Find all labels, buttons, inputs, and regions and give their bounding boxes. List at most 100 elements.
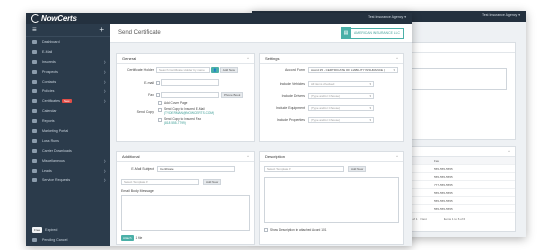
- nav-icon: [32, 99, 37, 104]
- sidebar-item-label: Carrier Downloads: [42, 148, 72, 153]
- nav-icon: [32, 138, 37, 143]
- description-textarea[interactable]: [264, 177, 399, 223]
- user-menu[interactable]: Test Insurance Agency ▾: [368, 15, 406, 19]
- collapse-icon[interactable]: ^: [508, 149, 510, 154]
- pager-summary: Items 1 to 6 of 6: [443, 217, 466, 221]
- sidebar-item-label: Dashboard: [42, 39, 60, 44]
- expired-label[interactable]: Expired: [45, 228, 57, 232]
- subject-label: E-Mail Subject: [131, 167, 154, 171]
- include-properties-select[interactable]: (Type and/or Choose) ▾: [308, 117, 374, 123]
- pager-next[interactable]: Next: [421, 217, 427, 221]
- email-body-textarea[interactable]: [121, 195, 250, 231]
- fax-checkbox[interactable]: [156, 93, 160, 97]
- sidebar-item-leads[interactable]: Leads ❯: [26, 166, 110, 176]
- title-bar: Send Certificate ▤ AMERICAN INSURANCE LL…: [110, 24, 412, 43]
- sidebar-item-policies[interactable]: Policies ❯: [26, 86, 110, 96]
- pending-label[interactable]: Pending Cancel: [42, 238, 67, 242]
- include-vehicles-select[interactable]: All items checked ▾: [308, 81, 374, 87]
- chevron-down-icon: ▾: [393, 68, 395, 72]
- chevron-down-icon: ▾: [369, 106, 371, 110]
- main-window: NowCerts Test Insurance Agency ▾ ≡ + Das…: [26, 13, 412, 246]
- collapse-icon[interactable]: ^: [247, 154, 249, 159]
- show-desc-checkbox[interactable]: [264, 228, 268, 232]
- th-col: Fax: [434, 158, 440, 163]
- send-copy-email-checkbox[interactable]: [158, 108, 162, 112]
- expired-pill: Free: [32, 227, 43, 233]
- back-user-menu[interactable]: Test Insurance Agency ▾: [482, 13, 520, 17]
- sidebar-item-calendar[interactable]: Calendar: [26, 106, 110, 116]
- additional-panel: Additional ^ E-Mail Subject Certificate S…: [116, 151, 255, 245]
- building-icon: ▤: [341, 27, 352, 38]
- add-template-button[interactable]: Add New: [203, 179, 222, 185]
- sidebar-toolbar: ≡ +: [26, 24, 110, 37]
- nav-icon: [32, 168, 37, 173]
- nav-icon: [32, 49, 37, 54]
- person-icon[interactable]: 👤: [211, 67, 219, 73]
- template-select[interactable]: Select Template ▾: [121, 179, 199, 185]
- sidebar-item-label: Marketing Portal: [42, 128, 69, 133]
- fax-field[interactable]: [161, 92, 219, 98]
- sidebar-item-label: Contacts: [42, 79, 57, 84]
- sidebar: ≡ + Dashboard E-Mail Insureds ❯ Prospects ❯ Co…: [26, 24, 110, 246]
- general-panel: General ^ Certificate Holder Search Certi…: [116, 53, 255, 142]
- desc-template-select[interactable]: Select Template ▾: [264, 166, 344, 172]
- sidebar-item-label: Prospects: [42, 69, 58, 74]
- sidebar-item-insureds[interactable]: Insureds ❯: [26, 57, 110, 67]
- settings-title: Settings: [265, 56, 280, 61]
- include-equipment-select[interactable]: (Type and/or Choose) ▾: [308, 105, 374, 111]
- sidebar-item-miscellaneous[interactable]: Miscellaneous ❯: [26, 156, 110, 166]
- sidebar-item-marketing-portal[interactable]: Marketing Portal: [26, 126, 110, 136]
- nav-icon: [32, 39, 37, 44]
- menu-icon[interactable]: ≡: [32, 26, 37, 34]
- sidebar-item-certificates[interactable]: Certificates New ❯: [26, 96, 110, 106]
- include-drivers-select[interactable]: (Type and/or Choose) ▾: [308, 93, 374, 99]
- topbar: NowCerts Test Insurance Agency ▾: [26, 13, 412, 24]
- sidebar-item-label: Leads: [42, 168, 52, 173]
- sidebar-nav: Dashboard E-Mail Insureds ❯ Prospects ❯ Contac…: [26, 37, 110, 185]
- collapse-icon[interactable]: ^: [396, 56, 398, 61]
- body-label: Email Body Message: [121, 189, 154, 193]
- sidebar-item-label: Service Requests: [42, 178, 71, 183]
- desc-add-button[interactable]: Add New: [348, 166, 367, 172]
- chevron-right-icon: ❯: [103, 158, 106, 163]
- collapse-icon[interactable]: ^: [396, 154, 398, 159]
- sidebar-item-carrier-downloads[interactable]: Carrier Downloads: [26, 146, 110, 156]
- email-checkbox[interactable]: [156, 80, 160, 85]
- sidebar-item-loss-runs[interactable]: Loss Runs: [26, 136, 110, 146]
- cert-holder-input[interactable]: Search Certificate Holder by name: [156, 67, 210, 73]
- collapse-icon[interactable]: ^: [247, 56, 249, 61]
- chevron-right-icon: ❯: [103, 79, 106, 84]
- add-icon[interactable]: +: [99, 26, 104, 34]
- chevron-right-icon: ❯: [103, 89, 106, 94]
- sidebar-footer: Free Expired Pending Cancel: [32, 227, 106, 242]
- phone-book-button[interactable]: Phone Book: [221, 92, 244, 98]
- sidebar-item-reports[interactable]: Reports: [26, 116, 110, 126]
- sidebar-item-dashboard[interactable]: Dashboard: [26, 37, 110, 47]
- cert-holder-label: Certificate Holder: [126, 68, 154, 72]
- sidebar-item-label: Miscellaneous: [42, 158, 65, 163]
- cover-page-checkbox[interactable]: [158, 101, 162, 105]
- sidebar-item-contacts[interactable]: Contacts ❯: [26, 77, 110, 87]
- sidebar-item-label: E-Mail: [42, 49, 53, 54]
- chevron-right-icon: ❯: [103, 168, 106, 173]
- chevron-down-icon: ▾: [369, 94, 371, 98]
- insurance-badge[interactable]: ▤ AMERICAN INSURANCE LLC: [341, 27, 404, 39]
- sidebar-item-service-requests[interactable]: Service Requests ❯: [26, 175, 110, 185]
- sidebar-item-e-mail[interactable]: E-Mail: [26, 47, 110, 57]
- sidebar-item-prospects[interactable]: Prospects ❯: [26, 67, 110, 77]
- send-copy-fax-checkbox[interactable]: [158, 118, 162, 122]
- subject-input[interactable]: Certificate: [157, 166, 235, 172]
- attach-button[interactable]: Attach: [121, 235, 134, 241]
- logo-icon: [31, 14, 40, 23]
- chevron-right-icon: ❯: [103, 178, 106, 183]
- email-field[interactable]: [161, 79, 219, 86]
- new-badge: New: [61, 99, 72, 104]
- add-holder-button[interactable]: Add New: [219, 67, 238, 73]
- accord-form-select[interactable]: Acord 25 - CERTIFICATE OF LIABILITY INSU…: [308, 67, 398, 73]
- nav-icon: [32, 59, 37, 64]
- description-panel: Description ^ Select Template ▾ Add New S…: [259, 151, 404, 245]
- chevron-right-icon: ❯: [103, 59, 106, 64]
- sidebar-item-label: Insureds: [42, 59, 56, 64]
- nav-icon: [32, 119, 37, 124]
- send-copy-email-value: (TYDERMAN@NOWCERTS.COM): [164, 110, 215, 115]
